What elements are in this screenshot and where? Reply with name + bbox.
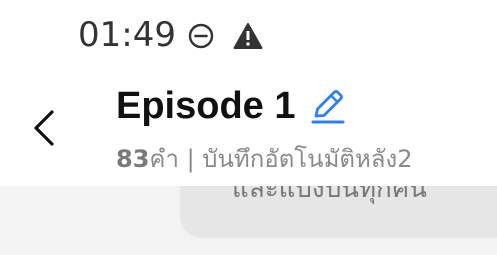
word-count: 83 xyxy=(116,145,150,173)
title-row: Episode 1 xyxy=(116,80,348,132)
status-bar: 01:49 xyxy=(0,0,497,68)
subtitle-text: คำ | บันทึกอัตโนมัติหลัง2 xyxy=(149,145,413,173)
edit-title-button[interactable] xyxy=(306,85,348,127)
subtitle: 83คำ | บันทึกอัตโนมัติหลัง2 xyxy=(116,143,413,175)
do-not-disturb-icon xyxy=(188,23,214,49)
warning-icon xyxy=(233,22,263,50)
app-header: Episode 1 83คำ | บันทึกอัตโนมัติหลัง2 xyxy=(0,68,497,186)
page-title: Episode 1 xyxy=(116,85,296,127)
note-preview-text: และแบ่งปันทุกคน xyxy=(232,186,427,204)
back-button[interactable] xyxy=(22,106,66,150)
screen: 01:49 Episode 1 83คำ | บันทึกอัตโนมัติหล… xyxy=(0,0,497,255)
chevron-left-icon xyxy=(34,110,54,146)
status-time: 01:49 xyxy=(78,15,176,55)
pencil-icon xyxy=(311,90,344,124)
note-card[interactable]: และแบ่งปันทุกคน xyxy=(180,186,497,238)
content-area: และแบ่งปันทุกคน xyxy=(0,186,497,255)
